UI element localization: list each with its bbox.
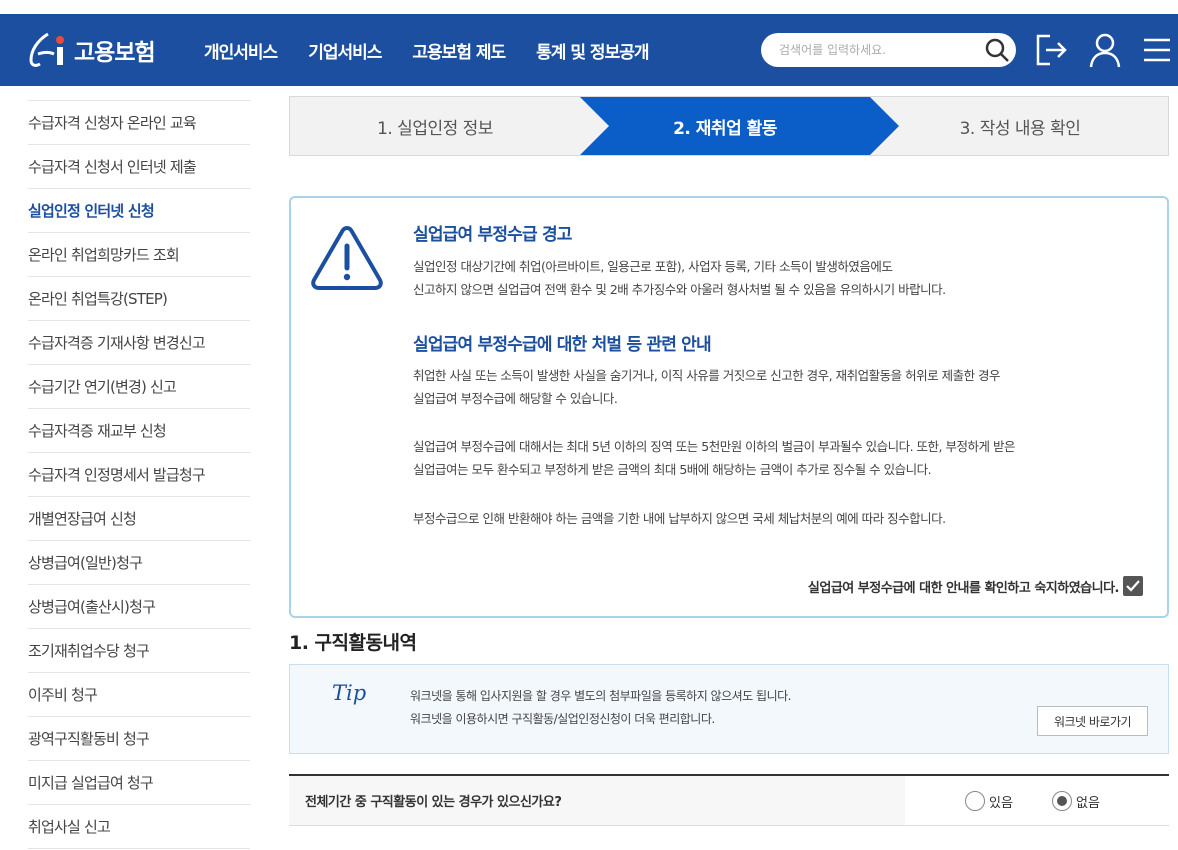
nav-statistics[interactable]: 통계 및 정보공개: [536, 38, 649, 63]
user-icon[interactable]: [1088, 32, 1122, 68]
tip-text-line: 워크넷을 통해 입사지원을 할 경우 별도의 첨부파일을 등록하지 않으셔도 됩…: [410, 689, 791, 703]
tip-box: Tip 워크넷을 통해 입사지원을 할 경우 별도의 첨부파일을 등록하지 않으…: [289, 664, 1169, 754]
top-strip: [0, 0, 1178, 14]
sidebar-item-certificate-change[interactable]: 수급자격증 기재사항 변경신고: [28, 321, 250, 365]
warning-text-line: 실업인정 대상기간에 취업(아르바이트, 일용근로 포함), 사업자 등록, 기…: [413, 259, 893, 274]
search-icon[interactable]: [984, 37, 1010, 63]
site-header: 고용보험 개인서비스 기업서비스 고용보험 제도 통계 및 정보공개: [0, 14, 1178, 86]
sidebar-item-unemployment-recognition[interactable]: 실업인정 인터넷 신청: [28, 189, 250, 233]
fraud-warning-box: 실업급여 부정수급 경고 실업인정 대상기간에 취업(아르바이트, 일용근로 포…: [289, 196, 1169, 618]
penalty-text-line: 실업급여 부정수급에 해당할 수 있습니다.: [413, 391, 618, 406]
step-3: 3. 작성 내용 확인: [959, 118, 1081, 139]
sidebar-item-employment-report[interactable]: 취업사실 신고: [28, 805, 250, 849]
radio-option-yes[interactable]: 있음: [965, 791, 1013, 811]
sidebar-item-wide-area-job-search[interactable]: 광역구직활동비 청구: [28, 717, 250, 761]
radio-yes-label: 있음: [989, 795, 1013, 811]
radio-yes[interactable]: [965, 791, 985, 811]
search-box: [761, 33, 1016, 67]
sidebar-item-individual-extension[interactable]: 개별연장급여 신청: [28, 497, 250, 541]
nav-personal-services[interactable]: 개인서비스: [204, 38, 278, 63]
sidebar-item-early-reemployment[interactable]: 조기재취업수당 청구: [28, 629, 250, 673]
sidebar-item-sickness-maternity[interactable]: 상병급여(출산시)청구: [28, 585, 250, 629]
logout-icon[interactable]: [1034, 32, 1068, 68]
warning-title: 실업급여 부정수급 경고: [413, 225, 572, 245]
worknet-link-button[interactable]: 워크넷 바로가기: [1037, 706, 1148, 736]
sidebar-item-unpaid-benefit[interactable]: 미지급 실업급여 청구: [28, 761, 250, 805]
sidebar-item-step-lecture[interactable]: 온라인 취업특강(STEP): [28, 277, 250, 321]
sidebar-item-online-education[interactable]: 수급자격 신청자 온라인 교육: [28, 101, 250, 145]
step-1: 1. 실업인정 정보: [377, 118, 493, 139]
sidebar-item-relocation[interactable]: 이주비 청구: [28, 673, 250, 717]
penalty-text-line: 취업한 사실 또는 소득이 발생한 사실을 숨기거나, 이직 사유를 거짓으로 …: [413, 368, 1001, 383]
job-search-question-row: 전체기간 중 구직활동이 있는 경우가 있으신가요? 있음 없음: [289, 774, 1169, 826]
penalty-text-line: 부정수급으로 인해 반환해야 하는 금액을 기한 내에 납부하지 않으면 국세 …: [413, 511, 946, 526]
sidebar-item-application-submit[interactable]: 수급자격 신청서 인터넷 제출: [28, 145, 250, 189]
step-indicator: 1. 실업인정 정보 2. 재취업 활동 3. 작성 내용 확인: [289, 96, 1169, 156]
site-logo[interactable]: 고용보험: [28, 24, 156, 76]
sidebar-item-certificate-reissue[interactable]: 수급자격증 재교부 신청: [28, 409, 250, 453]
penalty-text-line: 실업급여 부정수급에 대해서는 최대 5년 이하의 징역 또는 5천만원 이하의…: [413, 439, 1015, 454]
menu-icon[interactable]: [1140, 32, 1174, 68]
warning-text-line: 신고하지 않으면 실업급여 전액 환수 및 2배 추가징수와 아울러 형사처벌 …: [413, 282, 946, 297]
confirm-checkbox[interactable]: [1123, 576, 1143, 596]
sidebar-item-sickness-general[interactable]: 상병급여(일반)청구: [28, 541, 250, 585]
sidebar-menu: 수급자격 신청자 온라인 교육 수급자격 신청서 인터넷 제출 실업인정 인터넷…: [28, 100, 250, 849]
sidebar-item-period-extension[interactable]: 수급기간 연기(변경) 신고: [28, 365, 250, 409]
penalty-text-line: 실업급여는 모두 환수되고 부정하게 받은 금액의 최대 5배에 해당하는 금액…: [413, 462, 932, 477]
tip-text-line: 워크넷을 이용하시면 구직활동/실업인정신청이 더욱 편리합니다.: [410, 712, 715, 726]
employment-insurance-logo-icon: [29, 32, 64, 67]
tip-label: Tip: [332, 681, 367, 705]
step-2-active: 2. 재취업 활동: [673, 118, 777, 139]
main-nav: 개인서비스 기업서비스 고용보험 제도 통계 및 정보공개: [204, 38, 680, 63]
nav-business-services[interactable]: 기업서비스: [308, 38, 382, 63]
question-label: 전체기간 중 구직활동이 있는 경우가 있으신가요?: [289, 776, 905, 825]
confirm-label[interactable]: 실업급여 부정수급에 대한 안내를 확인하고 숙지하였습니다.: [808, 577, 1120, 596]
penalty-title: 실업급여 부정수급에 대한 처벌 등 관련 안내: [413, 335, 712, 355]
sidebar-item-statement-request[interactable]: 수급자격 인정명세서 발급청구: [28, 453, 250, 497]
radio-no-selected[interactable]: [1052, 791, 1072, 811]
logo-text: 고용보험: [74, 40, 156, 66]
section-title: 1. 구직활동내역: [289, 632, 417, 654]
search-input[interactable]: [779, 33, 979, 67]
radio-no-label: 없음: [1076, 795, 1100, 811]
sidebar-item-job-card[interactable]: 온라인 취업희망카드 조회: [28, 233, 250, 277]
warning-triangle-icon: [311, 226, 383, 290]
nav-insurance-system[interactable]: 고용보험 제도: [412, 38, 506, 63]
confirm-row: 실업급여 부정수급에 대한 안내를 확인하고 숙지하였습니다.: [808, 576, 1143, 596]
radio-option-no[interactable]: 없음: [1052, 791, 1100, 811]
checkmark-icon: [1126, 580, 1140, 592]
